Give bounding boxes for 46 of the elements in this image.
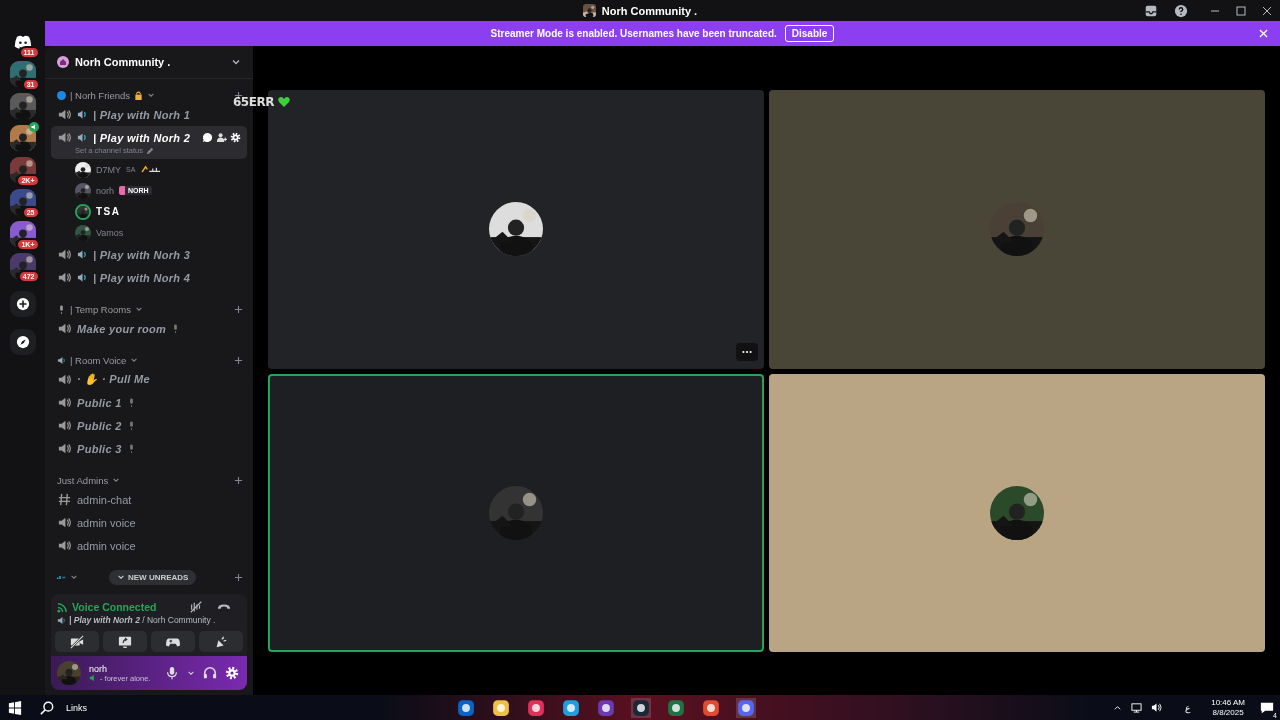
channel-item[interactable]: | Play with Norh 3 xyxy=(51,243,247,266)
member-name: D7MY xyxy=(96,164,121,175)
language-indicator[interactable]: ع xyxy=(1185,702,1191,713)
clock-date[interactable]: 8/8/2025 xyxy=(1212,707,1244,717)
voice-channel-location[interactable]: | Play with Norh 2 / Norh Community . xyxy=(69,615,216,625)
voice-status[interactable]: Voice Connected xyxy=(72,601,157,613)
channel-item[interactable]: Public 3 xyxy=(51,437,247,460)
member-name: Vamos xyxy=(96,227,124,238)
new-unreads-button[interactable]: NEW UNREADS xyxy=(109,569,197,585)
channel-name: Public 2 xyxy=(77,419,122,432)
voice-member[interactable]: TSA xyxy=(51,201,247,222)
toolbar-label[interactable]: Links xyxy=(66,702,87,713)
channel-name: · ✋ · Pull Me xyxy=(77,373,150,386)
channel-item[interactable]: · ✋ · Pull Me xyxy=(51,368,247,391)
channel-item[interactable]: admin-chat xyxy=(51,488,247,511)
channel-name: Make your room xyxy=(77,322,167,335)
channel-name: | Play with Norh 2 xyxy=(93,131,191,144)
server-header[interactable]: Norh Community . xyxy=(45,46,253,79)
category-name[interactable]: Just Admins xyxy=(57,474,109,486)
voice-member[interactable]: Vamos xyxy=(51,222,247,243)
channel-name: | Play with Norh 1 xyxy=(93,108,191,121)
member-name: TSA xyxy=(96,206,121,217)
channel-name: admin-chat xyxy=(77,493,132,506)
overlay-text: 65ERR xyxy=(233,96,274,108)
channel-name: Public 3 xyxy=(77,442,122,455)
channel-name: | Play with Norh 4 xyxy=(93,271,191,284)
channel-name: Public 1 xyxy=(77,396,122,409)
server-name: Norh Community . xyxy=(75,56,172,68)
category-name[interactable]: | Temp Rooms xyxy=(70,303,131,315)
banner-text: Streamer Mode is enabled. Usernames have been truncated. xyxy=(490,28,777,39)
category-name[interactable]: | Room Voice xyxy=(70,354,127,366)
user-name[interactable]: norh xyxy=(89,663,157,674)
disable-button[interactable]: Disable xyxy=(784,25,835,42)
channel-name: admin voice xyxy=(77,539,136,552)
category-name[interactable]: | Norh Friends xyxy=(70,89,130,101)
channel-item[interactable]: Make your room xyxy=(51,317,247,340)
channel-name: | Play with Norh 3 xyxy=(93,248,191,261)
channel-name: admin voice xyxy=(77,516,136,529)
clock-time[interactable]: 10:46 AM xyxy=(1211,698,1245,708)
channel-item[interactable]: admin voice xyxy=(51,534,247,557)
member-name: norh xyxy=(96,185,114,196)
window-title: Norh Community . xyxy=(601,4,698,17)
channel-item[interactable]: Public 1 xyxy=(51,391,247,414)
channel-item[interactable]: admin voice xyxy=(51,511,247,534)
channel-item[interactable]: Public 2 xyxy=(51,414,247,437)
channel-item[interactable]: | Play with Norh 4 xyxy=(51,266,247,289)
